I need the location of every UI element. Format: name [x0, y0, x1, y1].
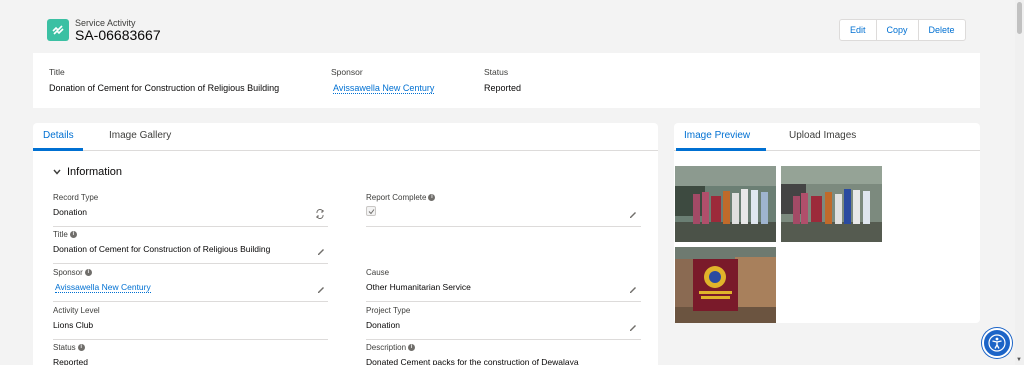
cause-label: Cause	[366, 268, 390, 277]
highlight-sponsor-link[interactable]: Avissawella New Century	[333, 83, 435, 94]
scroll-down-arrow[interactable]: ▼	[1016, 357, 1022, 363]
activity-level-value: Lions Club	[53, 320, 94, 330]
divider	[53, 226, 328, 227]
information-section-toggle[interactable]: Information	[53, 166, 122, 178]
edit-button[interactable]: Edit	[840, 20, 877, 40]
description-label: Description	[366, 343, 407, 352]
tab-details[interactable]: Details	[43, 130, 74, 141]
report-complete-checkbox	[366, 206, 376, 216]
divider	[366, 339, 641, 340]
field-report-complete: Report Complete i	[366, 193, 636, 225]
activity-level-label: Activity Level	[53, 306, 100, 315]
sponsor-label: Sponsor	[53, 268, 83, 277]
highlight-title-value: Donation of Cement for Construction of R…	[49, 83, 280, 93]
page-scrollbar[interactable]: ▼	[1015, 0, 1024, 365]
active-tab-indicator	[676, 148, 766, 151]
pencil-icon[interactable]	[628, 210, 638, 220]
scrollbar-thumb[interactable]	[1017, 2, 1022, 34]
info-icon: i	[408, 344, 416, 351]
status-label: Status	[53, 343, 76, 352]
pencil-icon[interactable]	[628, 285, 638, 295]
pencil-icon[interactable]	[316, 247, 326, 257]
tab-image-gallery[interactable]: Image Gallery	[109, 130, 171, 141]
pencil-icon[interactable]	[316, 285, 326, 295]
highlight-status: Status Reported	[484, 67, 521, 93]
highlight-title-label: Title	[49, 67, 65, 77]
divider	[366, 301, 641, 302]
gallery-photo[interactable]	[781, 166, 882, 242]
section-title: Information	[67, 166, 123, 178]
divider	[53, 339, 328, 340]
record-actions: Edit Copy Delete	[839, 19, 966, 41]
accessibility-button[interactable]	[982, 328, 1012, 358]
title-value: Donation of Cement for Construction of R…	[53, 244, 271, 254]
highlight-status-value: Reported	[484, 83, 522, 93]
description-value: Donated Cement packs for the constructio…	[366, 357, 579, 365]
image-tabs: Image Preview Upload Images	[674, 123, 980, 151]
field-project-type: Project Type Donation	[366, 306, 636, 338]
details-card: Details Image Gallery Information Record…	[33, 123, 658, 365]
chevron-down-icon	[53, 169, 61, 175]
field-activity-level: Activity Level Lions Club	[53, 306, 313, 338]
record-type-value: Donation	[53, 207, 88, 217]
main-tabs: Details Image Gallery	[33, 123, 658, 151]
gallery-photo[interactable]	[675, 247, 776, 323]
cause-value: Other Humanitarian Service	[366, 282, 471, 292]
highlight-title: Title Donation of Cement for Constructio…	[49, 67, 279, 93]
sponsor-link[interactable]: Avissawella New Century	[55, 282, 151, 293]
project-type-label: Project Type	[366, 306, 411, 315]
highlight-sponsor-label: Sponsor	[331, 67, 363, 77]
tab-image-preview[interactable]: Image Preview	[684, 130, 750, 141]
active-tab-indicator	[33, 148, 83, 151]
info-icon: i	[84, 269, 92, 276]
info-icon: i	[77, 344, 85, 351]
info-icon: i	[428, 194, 436, 201]
field-sponsor: Sponsor i Avissawella New Century	[53, 268, 324, 300]
service-activity-icon	[47, 19, 69, 41]
info-icon: i	[69, 231, 77, 238]
divider	[53, 301, 328, 302]
check-icon	[368, 209, 375, 215]
tab-upload-images[interactable]: Upload Images	[789, 130, 856, 141]
copy-button[interactable]: Copy	[877, 20, 919, 40]
project-type-value: Donation	[366, 320, 401, 330]
change-record-type-icon[interactable]	[315, 209, 325, 219]
field-title: Title i Donation of Cement for Constructi…	[53, 230, 324, 262]
field-description: Description i Donated Cement packs for th…	[366, 343, 646, 365]
title-label: Title	[53, 230, 68, 239]
record-header-top	[33, 11, 980, 53]
report-complete-label: Report Complete	[366, 193, 427, 202]
accessibility-icon	[988, 334, 1006, 352]
pencil-icon[interactable]	[628, 323, 638, 333]
status-value: Reported	[53, 357, 88, 365]
highlight-sponsor: Sponsor Avissawella New Century	[331, 67, 435, 94]
image-card: Image Preview Upload Images	[674, 123, 980, 323]
field-status: Status i Reported	[53, 343, 313, 365]
highlights-panel: Title Donation of Cement for Constructio…	[33, 53, 980, 108]
field-record-type: Record Type Donation	[53, 193, 324, 225]
field-cause: Cause Other Humanitarian Service	[366, 268, 636, 300]
gallery-photo[interactable]	[675, 166, 776, 242]
record-name: SA-06683667	[75, 27, 161, 43]
highlight-status-label: Status	[484, 67, 509, 77]
divider	[366, 226, 641, 227]
delete-button[interactable]: Delete	[919, 20, 965, 40]
divider	[53, 263, 328, 264]
record-type-label: Record Type	[53, 193, 99, 202]
